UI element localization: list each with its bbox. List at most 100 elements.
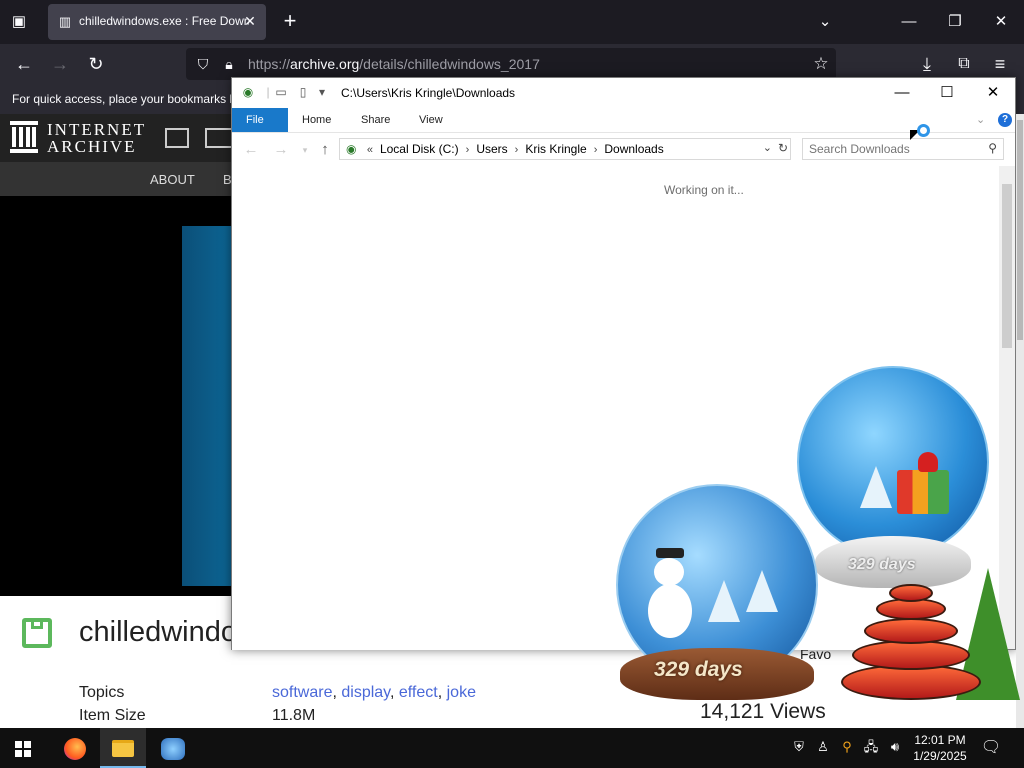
- explorer-forward-icon[interactable]: →: [271, 140, 291, 160]
- size-label: Item Size: [79, 707, 146, 724]
- taskbar-chilledwindows[interactable]: [150, 728, 196, 768]
- explorer-address-bar[interactable]: ◉ «Local Disk (C:) › Users › Kris Kringle › Do…: [339, 138, 791, 160]
- refresh-icon[interactable]: ↻: [778, 141, 788, 155]
- loading-status: Working on it...: [664, 183, 744, 197]
- snowy-tree-icon: [746, 570, 778, 612]
- separator: |: [266, 85, 270, 99]
- recent-locations-icon[interactable]: ▾: [295, 140, 315, 160]
- topic-link[interactable]: effect: [399, 684, 438, 701]
- lock-icon[interactable]: 🔒︎: [220, 55, 238, 73]
- size-value: 11.8M: [272, 707, 316, 724]
- breadcrumb-item[interactable]: Users: [476, 142, 507, 156]
- window-title-path: C:\Users\Kris Kringle\Downloads: [341, 86, 516, 100]
- breadcrumb: ◉ «Local Disk (C:) › Users › Kris Kringle › Do…: [346, 142, 664, 156]
- menu-hamburger-icon[interactable]: ≡: [987, 52, 1013, 76]
- tab-close-icon[interactable]: ✕: [242, 13, 258, 29]
- new-tab-button[interactable]: +: [279, 10, 301, 34]
- explorer-minimize-icon[interactable]: —: [882, 81, 922, 105]
- ribbon-tab-view[interactable]: View: [405, 108, 457, 132]
- folder-app-icon[interactable]: ◉: [241, 85, 255, 99]
- search-box[interactable]: ⚲: [802, 138, 1004, 160]
- snowy-tree-icon: [860, 466, 892, 508]
- snow-globe-large: [797, 366, 989, 558]
- nav-about-link[interactable]: ABOUT: [150, 172, 195, 187]
- bookmark-star-icon[interactable]: ☆: [808, 52, 834, 76]
- explorer-titlebar[interactable]: ◉ | ▭ ▯ ▾ C:\Users\Kris Kringle\Download…: [232, 78, 1015, 108]
- santa-hat-icon: [918, 452, 938, 472]
- clock-time: 12:01 PM: [914, 733, 966, 747]
- web-icon[interactable]: [165, 128, 189, 148]
- windows-logo-icon: [15, 740, 31, 757]
- system-clock[interactable]: 12:01 PM 1/29/2025: [912, 732, 968, 764]
- tray-security-icon[interactable]: ⛨: [790, 738, 808, 756]
- bookmarks-hint: For quick access, place your bookmarks h: [12, 92, 237, 106]
- help-icon[interactable]: ?: [998, 113, 1012, 127]
- up-folder-icon[interactable]: ↑: [315, 140, 335, 160]
- archive-favicon-icon: ▥: [58, 14, 72, 29]
- address-bar[interactable]: ⛉ 🔒︎ https://archive.org/details/chilled…: [186, 48, 836, 80]
- forward-arrow-icon[interactable]: →: [47, 52, 73, 76]
- breadcrumb-item[interactable]: Kris Kringle: [525, 142, 586, 156]
- snowman-icon: [648, 548, 692, 638]
- browser-tab-active[interactable]: ▥ chilledwindows.exe : Free Down ✕: [48, 4, 266, 40]
- extensions-icon[interactable]: ⧉: [951, 52, 977, 76]
- topic-link[interactable]: display: [341, 684, 390, 701]
- tray-people-icon[interactable]: ♙: [814, 738, 832, 756]
- explorer-maximize-icon[interactable]: ☐: [927, 81, 967, 105]
- explorer-back-icon[interactable]: ←: [241, 140, 261, 160]
- tab-list-icon[interactable]: ▣: [8, 12, 30, 32]
- tab-overflow-chevron-icon[interactable]: ⌄: [812, 10, 838, 34]
- archive-building-logo-icon[interactable]: [10, 121, 38, 153]
- tray-network-icon[interactable]: 🖧︎: [862, 738, 880, 756]
- ribbon-tab-file[interactable]: File: [232, 108, 288, 132]
- downloads-icon[interactable]: ⤓: [914, 52, 940, 76]
- ribbon-tab-home[interactable]: Home: [288, 108, 345, 132]
- ribbon-tab-share[interactable]: Share: [347, 108, 404, 132]
- location-icon: ◉: [346, 142, 357, 156]
- browser-minimize-icon[interactable]: —: [896, 10, 922, 34]
- overflow-chevrons-icon[interactable]: «: [367, 144, 373, 156]
- search-input[interactable]: [809, 142, 969, 156]
- busy-spinner-icon: [917, 124, 930, 137]
- chilledwindows-app-icon: [161, 737, 185, 760]
- countdown-label-large: 329 days: [848, 556, 916, 573]
- ribbon-expand-chevron-icon[interactable]: ⌄: [976, 113, 985, 126]
- file-explorer-icon: [112, 740, 134, 758]
- address-row: ← → ▾ ↑ ◉ «Local Disk (C:) › Users › Kris Kr…: [232, 134, 1015, 166]
- tray-search-icon[interactable]: ⚲: [838, 738, 856, 756]
- spiral-tree-icon: [838, 584, 984, 708]
- topic-link[interactable]: joke: [447, 684, 476, 701]
- taskbar-file-explorer[interactable]: [100, 728, 146, 768]
- reload-icon[interactable]: ↻: [83, 52, 109, 76]
- address-dropdown-icon[interactable]: ⌄: [763, 141, 772, 154]
- ribbon-tabs: File Home Share View ⌄ ?: [232, 108, 1015, 133]
- topic-link[interactable]: software: [272, 684, 332, 701]
- topics-links: software, display, effect, joke: [272, 684, 476, 701]
- url-text[interactable]: https://archive.org/details/chilledwindo…: [248, 56, 540, 72]
- breadcrumb-item[interactable]: Downloads: [604, 142, 663, 156]
- tab-title: chilledwindows.exe : Free Down: [79, 14, 249, 28]
- search-icon[interactable]: ⚲: [988, 141, 997, 155]
- explorer-close-icon[interactable]: ✕: [973, 81, 1013, 105]
- taskbar-firefox[interactable]: [52, 728, 98, 768]
- browser-tab-bar: ▣ ▥ chilledwindows.exe : Free Down ✕ + ⌄…: [0, 0, 1024, 44]
- page-scrollbar-thumb[interactable]: [1017, 120, 1023, 340]
- texts-book-icon[interactable]: [205, 128, 231, 148]
- quick-access-dropdown-icon[interactable]: ▾: [315, 85, 329, 99]
- breadcrumb-item[interactable]: Local Disk (C:): [380, 142, 459, 156]
- browser-restore-icon[interactable]: ❐: [942, 10, 968, 34]
- action-center-icon[interactable]: 🗨︎: [978, 736, 1004, 760]
- tray-volume-icon[interactable]: 🔊︎: [886, 738, 904, 756]
- tracking-shield-icon[interactable]: ⛉: [194, 55, 212, 73]
- back-arrow-icon[interactable]: ←: [11, 52, 37, 76]
- properties-icon[interactable]: ▭: [274, 85, 288, 99]
- start-button[interactable]: [0, 728, 46, 768]
- scrollbar-thumb[interactable]: [1002, 184, 1012, 348]
- archive-logo-text[interactable]: INTERNET ARCHIVE: [47, 121, 146, 155]
- software-disk-icon: [22, 618, 52, 648]
- clock-date: 1/29/2025: [913, 749, 967, 763]
- views-count: 14,121 Views: [700, 700, 826, 723]
- firefox-icon: [64, 737, 86, 760]
- browser-close-icon[interactable]: ✕: [988, 10, 1014, 34]
- new-folder-icon[interactable]: ▯: [296, 85, 310, 99]
